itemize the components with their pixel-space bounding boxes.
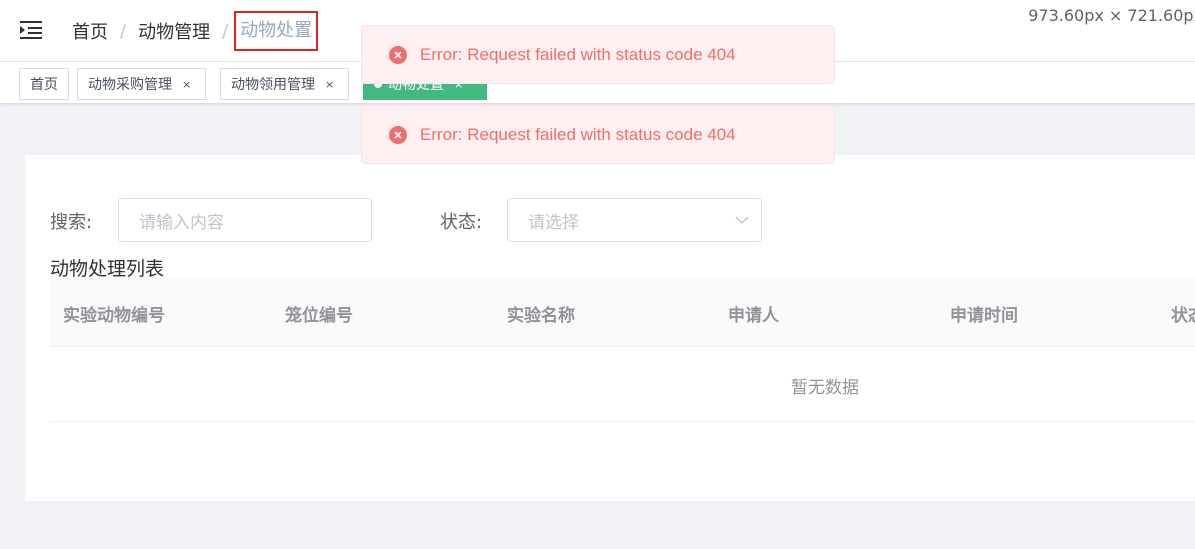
status-select[interactable]: 请选择	[507, 198, 762, 242]
tag-label: 动物采购管理	[88, 77, 172, 93]
column-header: 笼位编号	[285, 306, 353, 326]
table-empty-row: 暂无数据	[50, 347, 1195, 422]
breadcrumb-item-home[interactable]: 首页	[72, 18, 108, 44]
breadcrumb-item-animal-management[interactable]: 动物管理	[138, 18, 210, 44]
status-placeholder: 请选择	[528, 212, 579, 233]
tag-label: 首页	[30, 77, 58, 93]
search-placeholder: 请输入内容	[139, 212, 224, 233]
column-header: 申请时间	[950, 306, 1018, 326]
tag-animal-requisition[interactable]: 动物领用管理 ×	[220, 68, 350, 100]
error-message: Error: Request failed with status code 4…	[361, 25, 835, 84]
close-icon[interactable]: ×	[325, 78, 334, 91]
breadcrumb-separator: /	[222, 20, 229, 42]
close-icon[interactable]: ×	[182, 78, 191, 91]
empty-text: 暂无数据	[791, 378, 859, 398]
breadcrumb-item-current: 动物处置	[234, 11, 319, 51]
column-header: 申请人	[728, 306, 779, 326]
breadcrumb-separator: /	[120, 20, 127, 42]
column-header: 状态	[1171, 306, 1195, 326]
chevron-down-icon	[735, 216, 749, 225]
hamburger-menu-icon[interactable]	[20, 20, 42, 40]
error-message: Error: Request failed with status code 4…	[361, 105, 835, 164]
search-label: 搜索:	[50, 212, 93, 233]
column-header: 实验名称	[507, 306, 575, 326]
tag-animal-purchase[interactable]: 动物采购管理 ×	[77, 68, 207, 100]
error-message-text: Error: Request failed with status code 4…	[420, 44, 736, 64]
tag-label: 动物领用管理	[231, 77, 315, 93]
tag-home[interactable]: 首页	[19, 68, 69, 100]
error-circle-icon	[389, 45, 407, 64]
breadcrumb: 首页 / 动物管理 / 动物处置	[72, 11, 319, 51]
viewport-size-readout: 973.60px × 721.60px	[1028, 6, 1195, 25]
content-card: 搜索: 请输入内容 状态: 请选择 动物处理列表 实验动物编号 笼位编号 实验名…	[25, 155, 1195, 501]
search-input[interactable]: 请输入内容	[118, 198, 372, 242]
error-message-text: Error: Request failed with status code 4…	[420, 124, 736, 144]
list-title: 动物处理列表	[50, 258, 165, 280]
status-label: 状态:	[440, 212, 483, 233]
table-header: 实验动物编号 笼位编号 实验名称 申请人 申请时间 状态	[50, 278, 1195, 347]
error-circle-icon	[389, 125, 407, 144]
app-root: 首页 / 动物管理 / 动物处置 973.60px × 721.60px 首页 …	[0, 0, 1195, 549]
column-header: 实验动物编号	[63, 306, 165, 326]
